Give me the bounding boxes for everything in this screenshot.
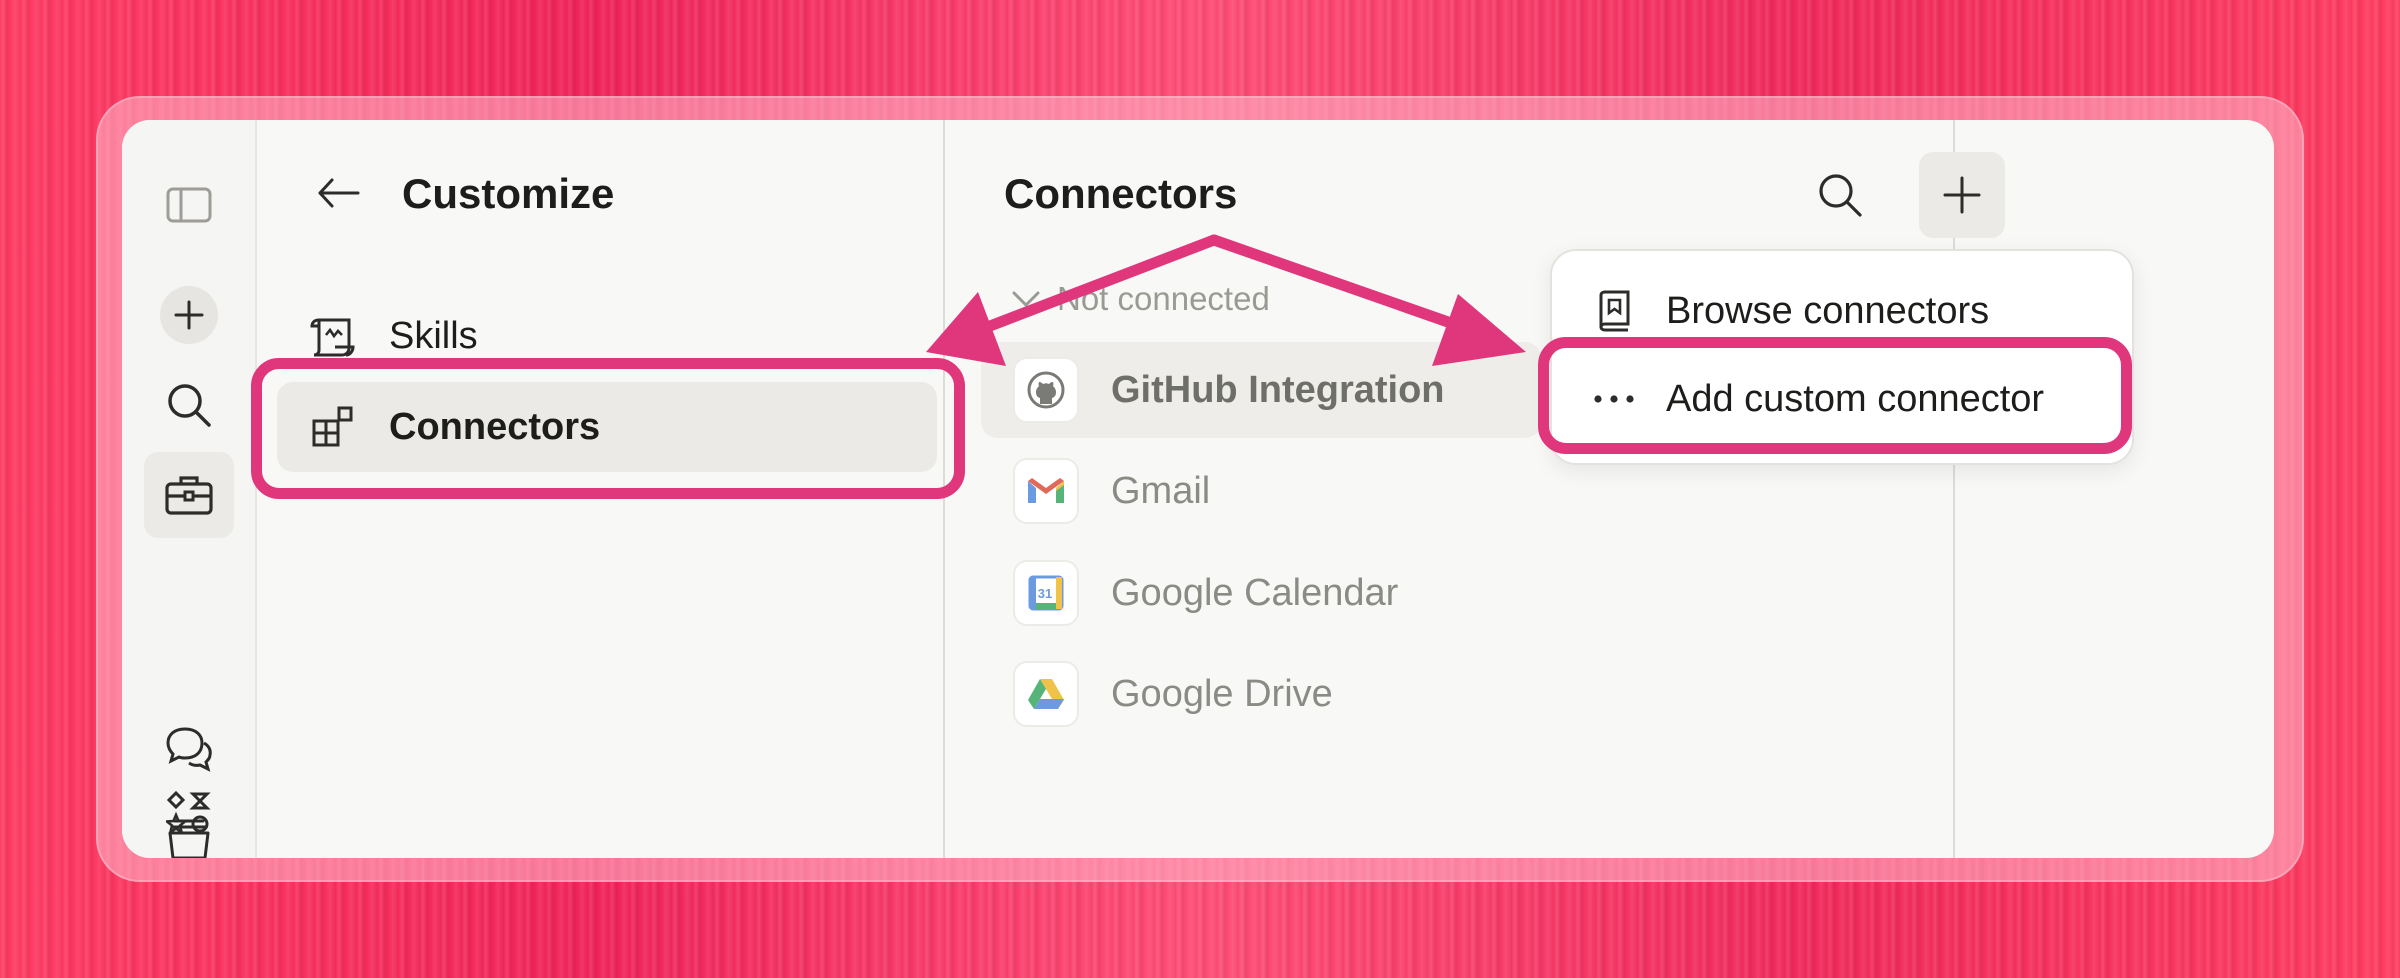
section-label: Not connected bbox=[1057, 280, 1270, 317]
connectors-panel: Connectors Not connected GitHub Integrat… bbox=[943, 120, 2005, 858]
menu-item-label: Browse connectors bbox=[1666, 289, 1990, 332]
connector-row-github[interactable]: GitHub Integration bbox=[981, 342, 1541, 438]
plus-icon bbox=[174, 300, 204, 330]
github-logo bbox=[1013, 357, 1079, 423]
nav-item-label: Skills bbox=[389, 314, 478, 357]
connectors-title: Connectors bbox=[1004, 170, 1238, 217]
menu-item-browse-connectors[interactable]: Browse connectors bbox=[1552, 267, 2132, 355]
icon-rail bbox=[122, 120, 257, 858]
connector-name: Google Calendar bbox=[1111, 571, 1399, 614]
new-chat-button[interactable] bbox=[144, 272, 234, 358]
gmail-logo bbox=[1013, 458, 1079, 524]
search-icon bbox=[1819, 174, 1862, 217]
search-connectors-button[interactable] bbox=[1797, 152, 1883, 238]
section-header[interactable]: Not connected bbox=[1011, 280, 1270, 318]
connector-row-google-calendar[interactable]: 31 Google Calendar bbox=[981, 545, 1541, 641]
book-icon bbox=[1586, 289, 1642, 333]
connector-name: Gmail bbox=[1111, 469, 1211, 512]
back-button[interactable] bbox=[295, 150, 381, 236]
connector-row-gmail[interactable]: Gmail bbox=[981, 443, 1541, 539]
connector-name: Google Drive bbox=[1111, 672, 1333, 715]
connector-row-google-drive[interactable]: Google Drive bbox=[981, 646, 1541, 742]
customize-panel: Customize Skills Connectors bbox=[255, 120, 945, 858]
scroll-icon bbox=[303, 314, 363, 358]
connector-name: GitHub Integration bbox=[1111, 368, 1445, 411]
chat-bubbles-icon bbox=[166, 727, 212, 772]
briefcase-icon bbox=[165, 476, 213, 515]
connectors-icon bbox=[303, 405, 363, 449]
menu-item-label: Add custom connector bbox=[1666, 377, 2045, 420]
nav-item-label: Connectors bbox=[389, 405, 601, 448]
search-icon bbox=[168, 384, 211, 427]
add-connector-menu: Browse connectors Add custom connector bbox=[1550, 249, 2134, 465]
calendar-badge: 31 bbox=[1038, 586, 1052, 601]
nav-item-skills[interactable]: Skills bbox=[277, 291, 937, 381]
nav-item-connectors[interactable]: Connectors bbox=[277, 382, 937, 472]
google-drive-logo bbox=[1013, 661, 1079, 727]
plus-circle bbox=[160, 286, 218, 344]
google-calendar-logo: 31 bbox=[1013, 560, 1079, 626]
more-dots-icon bbox=[1586, 393, 1642, 405]
shapes-icon bbox=[166, 790, 211, 835]
artifacts-button[interactable] bbox=[144, 770, 234, 856]
sidebar-icon bbox=[166, 187, 212, 223]
sidebar-toggle-button[interactable] bbox=[144, 162, 234, 248]
search-button[interactable] bbox=[144, 362, 234, 448]
menu-item-add-custom-connector[interactable]: Add custom connector bbox=[1552, 355, 2132, 443]
detail-panel bbox=[1953, 120, 2274, 858]
chevron-down-icon bbox=[1012, 291, 1040, 307]
arrow-left-icon bbox=[318, 178, 360, 208]
page-title: Customize bbox=[402, 170, 615, 217]
app-window: Customize Skills Connectors Connectors N… bbox=[122, 120, 2274, 858]
customize-button[interactable] bbox=[144, 452, 234, 538]
